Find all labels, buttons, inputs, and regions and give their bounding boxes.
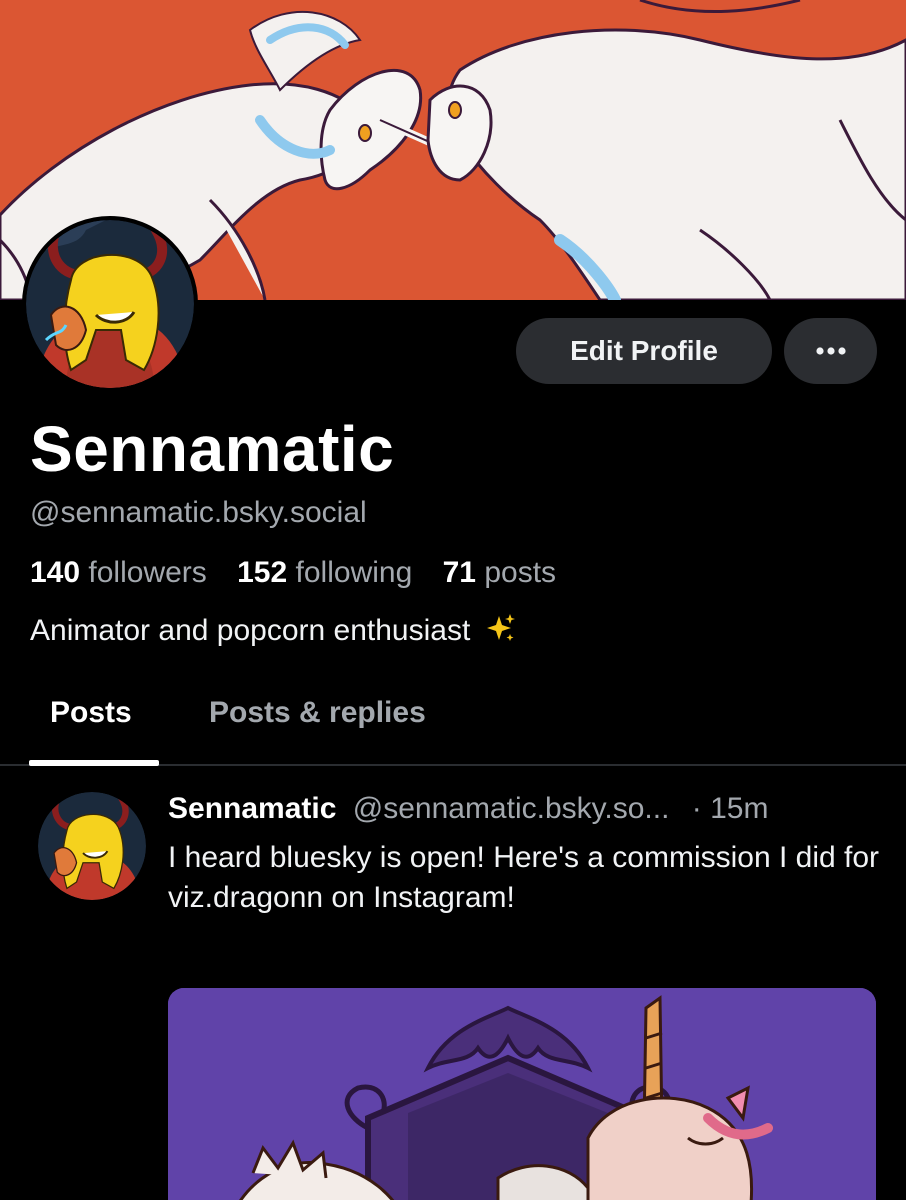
post-author-handle[interactable]: @sennamatic.bsky.so... — [353, 792, 670, 825]
post-image-illustration — [168, 988, 876, 1200]
post-header: Sennamatic @sennamatic.bsky.so... · 15m — [168, 792, 768, 826]
edit-profile-label: Edit Profile — [570, 335, 718, 366]
post-image[interactable] — [168, 988, 876, 1200]
bio-text: Animator and popcorn enthusiast — [30, 614, 471, 647]
ellipsis-icon — [815, 342, 846, 360]
followers-stat[interactable]: 140 followers — [30, 556, 215, 589]
post-author-avatar[interactable] — [38, 792, 146, 900]
profile-handle: @sennamatic.bsky.social — [30, 496, 367, 529]
profile-tabs: Posts Posts & replies — [0, 690, 906, 766]
profile-bio: Animator and popcorn enthusiast — [30, 612, 517, 652]
avatar-illustration — [26, 220, 194, 388]
followers-count: 140 — [30, 556, 81, 589]
profile-avatar[interactable] — [22, 216, 198, 392]
tab-posts[interactable]: Posts — [50, 696, 132, 730]
post-timestamp[interactable]: · 15m — [692, 792, 769, 825]
following-stat[interactable]: 152 following — [237, 556, 420, 589]
edit-profile-button[interactable]: Edit Profile — [516, 318, 772, 384]
tab-posts-and-replies[interactable]: Posts & replies — [209, 696, 426, 730]
sparkles-icon — [485, 612, 517, 652]
active-tab-indicator — [29, 760, 159, 766]
post-author-name[interactable]: Sennamatic — [168, 792, 336, 825]
following-count: 152 — [237, 556, 288, 589]
following-label: following — [295, 556, 413, 589]
post-avatar-illustration — [38, 792, 146, 900]
followers-label: followers — [88, 556, 207, 589]
posts-count: 71 — [442, 556, 476, 589]
more-options-button[interactable] — [784, 318, 877, 384]
profile-display-name: Sennamatic — [30, 413, 395, 485]
posts-stat: 71 posts — [443, 556, 556, 589]
profile-stats: 140 followers 152 following 71 posts — [30, 556, 578, 590]
profile-screen: Edit Profile Sennamatic @sennamatic.bsky… — [0, 0, 906, 1200]
post-text: I heard bluesky is open! Here's a commis… — [168, 841, 880, 914]
posts-label: posts — [484, 556, 557, 589]
